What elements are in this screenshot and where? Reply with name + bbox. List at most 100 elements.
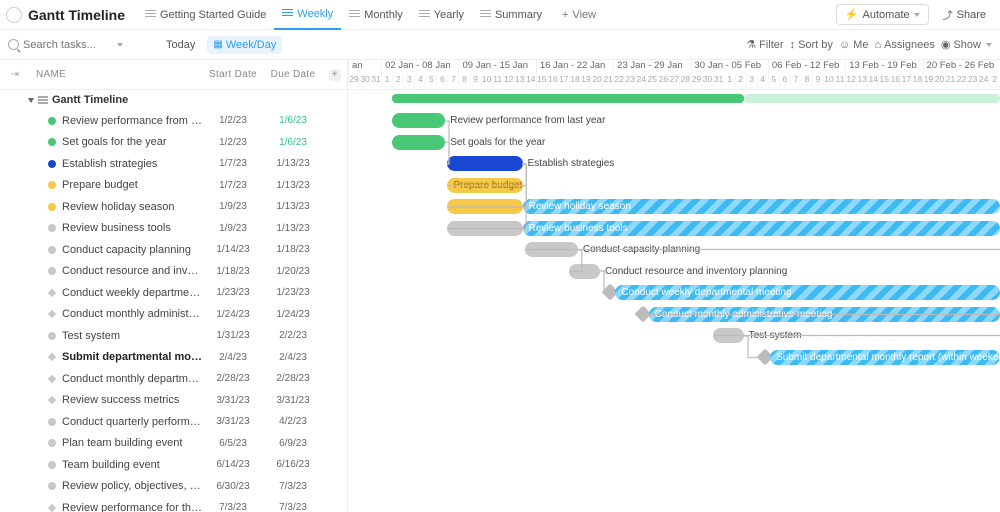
gantt-bar[interactable] bbox=[569, 264, 600, 279]
task-start: 1/23/23 bbox=[203, 287, 263, 298]
day-label: 17 bbox=[558, 74, 569, 90]
gantt-bar[interactable]: Conduct weekly departmental meeting bbox=[615, 285, 1000, 300]
status-dot-icon bbox=[48, 160, 56, 168]
search-input[interactable] bbox=[8, 39, 138, 51]
tab-summary[interactable]: Summary bbox=[472, 0, 550, 30]
gantt-bar[interactable] bbox=[525, 242, 578, 257]
gantt-bar[interactable]: Prepare budget bbox=[447, 178, 522, 193]
task-row[interactable]: Review policy, objectives, and busi...6/… bbox=[0, 476, 347, 498]
day-label: 16 bbox=[889, 74, 900, 90]
task-row[interactable]: Review success metrics3/31/233/31/23 bbox=[0, 390, 347, 412]
tab-getting-started-guide[interactable]: Getting Started Guide bbox=[137, 0, 274, 30]
col-due-header[interactable]: Due Date bbox=[263, 69, 323, 80]
col-start-header[interactable]: Start Date bbox=[203, 69, 263, 80]
week-label: 30 Jan - 05 Feb bbox=[691, 60, 768, 74]
automate-button[interactable]: ⚡ Automate bbox=[836, 4, 929, 25]
task-name: Prepare budget bbox=[62, 179, 203, 191]
add-column-button[interactable]: + bbox=[323, 69, 347, 81]
day-label: 13 bbox=[514, 74, 525, 90]
gantt-bar[interactable]: Submit departmental monthly report (with… bbox=[770, 350, 1000, 365]
group-row[interactable]: Gantt Timeline bbox=[0, 90, 347, 110]
day-label: 14 bbox=[525, 74, 536, 90]
add-view-button[interactable]: + View bbox=[552, 9, 606, 21]
tab-monthly[interactable]: Monthly bbox=[341, 0, 411, 30]
task-due: 4/2/23 bbox=[263, 416, 323, 427]
search-field[interactable] bbox=[23, 39, 113, 51]
week-label: 20 Feb - 26 Feb bbox=[923, 60, 1000, 74]
sort-button[interactable]: ↕Sort by bbox=[790, 39, 833, 51]
day-label: 6 bbox=[436, 74, 447, 90]
status-dot-icon bbox=[48, 461, 56, 469]
gantt-bar[interactable]: Review business tools bbox=[523, 221, 1000, 236]
task-due: 1/23/23 bbox=[263, 287, 323, 298]
task-name: Plan team building event bbox=[62, 437, 203, 449]
day-label: 3 bbox=[746, 74, 757, 90]
task-row[interactable]: Conduct weekly departmental me...1/23/23… bbox=[0, 282, 347, 304]
task-name: Review business tools bbox=[62, 222, 203, 234]
filter-button[interactable]: ⚗Filter bbox=[746, 38, 783, 51]
task-row[interactable]: Conduct quarterly performance m...3/31/2… bbox=[0, 411, 347, 433]
me-button[interactable]: ☺Me bbox=[839, 39, 869, 51]
assignees-button[interactable]: ⌂Assignees bbox=[874, 39, 934, 51]
task-due: 1/6/23 bbox=[263, 115, 323, 126]
task-start: 1/7/23 bbox=[203, 158, 263, 169]
chevron-down-icon bbox=[117, 43, 123, 47]
task-row[interactable]: Review performance from last year1/2/231… bbox=[0, 110, 347, 132]
gantt-bar[interactable]: Conduct monthly administrative meeting bbox=[649, 307, 1000, 322]
weekday-toggle[interactable]: ▦ Week/Day bbox=[207, 36, 282, 54]
list-icon bbox=[480, 10, 491, 20]
task-row[interactable]: Plan team building event6/5/236/9/23 bbox=[0, 433, 347, 455]
week-label: 23 Jan - 29 Jan bbox=[613, 60, 690, 74]
gantt-bar[interactable] bbox=[447, 156, 522, 171]
gantt-pane[interactable]: an02 Jan - 08 Jan09 Jan - 15 Jan16 Jan -… bbox=[348, 60, 1000, 512]
day-label: 20 bbox=[591, 74, 602, 90]
day-label: 11 bbox=[492, 74, 503, 90]
task-row[interactable]: Review holiday season1/9/231/13/23 bbox=[0, 196, 347, 218]
task-row[interactable]: Establish strategies1/7/231/13/23 bbox=[0, 153, 347, 175]
task-row[interactable]: Conduct resource and inventory pl...1/18… bbox=[0, 261, 347, 283]
day-label: 21 bbox=[945, 74, 956, 90]
tab-yearly[interactable]: Yearly bbox=[411, 0, 472, 30]
gantt-bar[interactable] bbox=[392, 113, 445, 128]
gantt-bar[interactable] bbox=[447, 199, 522, 214]
task-row[interactable]: Conduct monthly departmental m...2/28/23… bbox=[0, 368, 347, 390]
task-row[interactable]: Review performance for the last 6 ...7/3… bbox=[0, 497, 347, 512]
task-row[interactable]: Review business tools1/9/231/13/23 bbox=[0, 218, 347, 240]
today-button[interactable]: Today bbox=[160, 36, 201, 54]
gantt-bar[interactable]: Review holiday season bbox=[523, 199, 1000, 214]
task-row[interactable]: Prepare budget1/7/231/13/23 bbox=[0, 175, 347, 197]
day-label: 31 bbox=[370, 74, 381, 90]
tab-weekly[interactable]: Weekly bbox=[274, 0, 341, 30]
day-label: 22 bbox=[956, 74, 967, 90]
gantt-bar[interactable] bbox=[392, 135, 445, 150]
week-label: 09 Jan - 15 Jan bbox=[458, 60, 535, 74]
gantt-bar[interactable] bbox=[713, 328, 744, 343]
task-row[interactable]: Team building event6/14/236/16/23 bbox=[0, 454, 347, 476]
group-name: Gantt Timeline bbox=[52, 94, 128, 106]
task-row[interactable]: Conduct capacity planning1/14/231/18/23 bbox=[0, 239, 347, 261]
list-icon bbox=[419, 10, 430, 20]
task-row[interactable]: Set goals for the year1/2/231/6/23 bbox=[0, 132, 347, 154]
task-row[interactable]: Conduct monthly administrative m...1/24/… bbox=[0, 304, 347, 326]
show-button[interactable]: ◉Show bbox=[941, 38, 992, 51]
expand-all-icon[interactable]: ⇥ bbox=[0, 69, 30, 80]
day-label: 12 bbox=[503, 74, 514, 90]
summary-bar[interactable] bbox=[392, 94, 743, 103]
task-due: 1/13/23 bbox=[263, 158, 323, 169]
task-start: 1/24/23 bbox=[203, 309, 263, 320]
day-label: 23 bbox=[967, 74, 978, 90]
task-rows: Gantt Timeline Review performance from l… bbox=[0, 90, 347, 512]
summary-bar[interactable] bbox=[744, 94, 1000, 103]
task-name: Review success metrics bbox=[62, 394, 203, 406]
task-row[interactable]: Submit departmental monthly re...2/4/232… bbox=[0, 347, 347, 369]
task-start: 1/14/23 bbox=[203, 244, 263, 255]
gantt-bar[interactable] bbox=[447, 221, 522, 236]
day-label: 5 bbox=[768, 74, 779, 90]
col-name-header[interactable]: NAME bbox=[30, 69, 203, 80]
left-pane: ⇥ NAME Start Date Due Date + Gantt Timel… bbox=[0, 60, 348, 512]
task-due: 1/18/23 bbox=[263, 244, 323, 255]
status-dot-icon bbox=[48, 117, 56, 125]
task-row[interactable]: Test system1/31/232/2/23 bbox=[0, 325, 347, 347]
task-start: 1/7/23 bbox=[203, 180, 263, 191]
share-button[interactable]: ⤴ Share bbox=[935, 4, 994, 25]
